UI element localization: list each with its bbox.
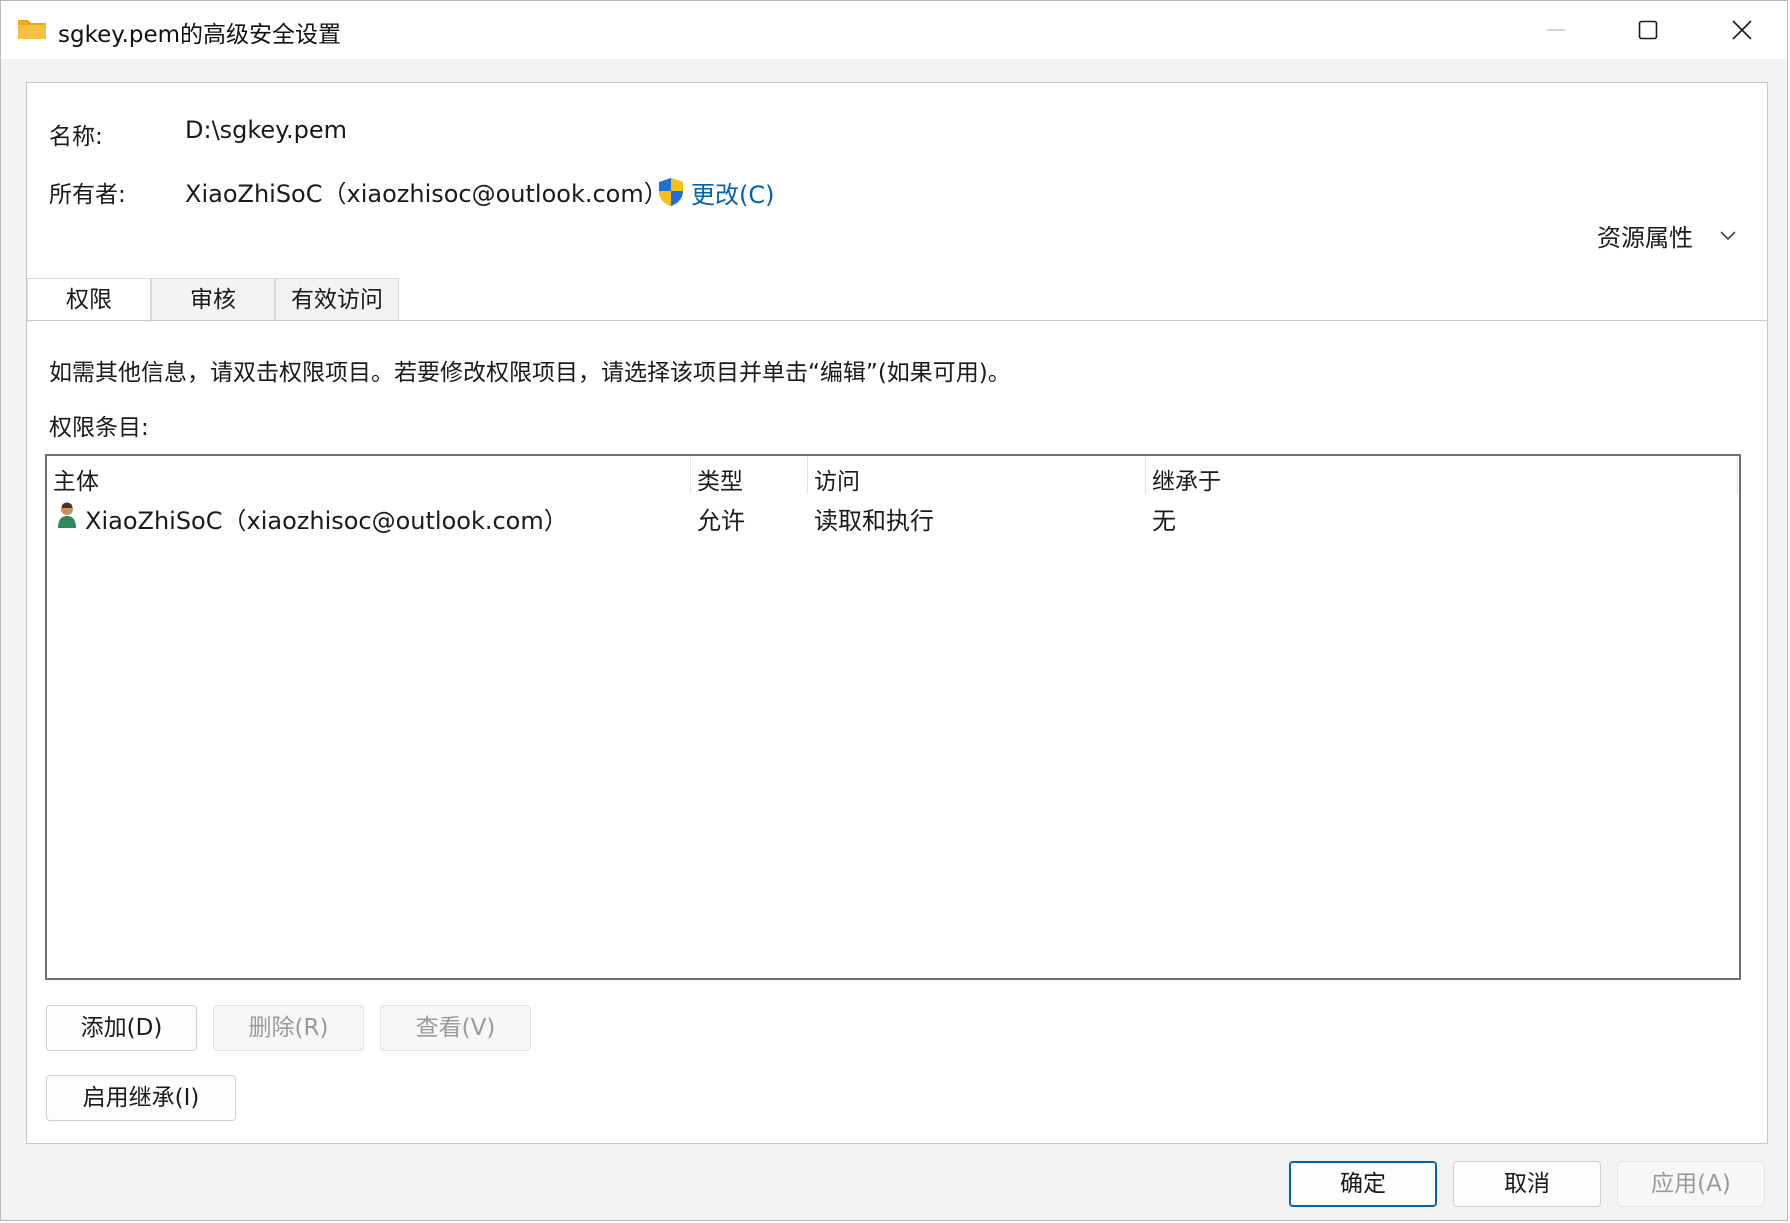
column-type[interactable]: 类型: [697, 462, 743, 496]
title-bar[interactable]: sgkey.pem的高级安全设置: [1, 1, 1787, 59]
owner-value: XiaoZhiSoC（xiaozhisoc@outlook.com）: [185, 180, 668, 208]
user-icon: [58, 502, 76, 528]
resource-properties-label: 资源属性: [1597, 224, 1693, 252]
window-title: sgkey.pem的高级安全设置: [58, 22, 342, 48]
uac-shield-icon: [659, 178, 683, 206]
settings-panel: 名称: D:\sgkey.pem 所有者: XiaoZhiSoC（xiaozhi…: [26, 82, 1768, 1144]
resource-properties-toggle[interactable]: 资源属性: [1597, 218, 1737, 253]
minimize-button[interactable]: [1511, 1, 1601, 59]
cell-access: 读取和执行: [814, 507, 934, 535]
chevron-down-icon: [1720, 230, 1736, 240]
security-dialog-window: sgkey.pem的高级安全设置 名称: D:\sgkey.pem 所有者: X…: [0, 0, 1788, 1221]
ok-button[interactable]: 确定: [1289, 1161, 1437, 1207]
permission-entries-list[interactable]: 主体 类型 访问 继承于 XiaoZhiSoC（xiaozhisoc@outlo…: [45, 454, 1741, 980]
column-divider[interactable]: [1145, 456, 1146, 494]
owner-label: 所有者:: [49, 182, 126, 208]
tab-permissions[interactable]: 权限: [27, 278, 151, 322]
add-button[interactable]: 添加(D): [46, 1005, 197, 1051]
maximize-button[interactable]: [1603, 1, 1693, 59]
column-divider[interactable]: [690, 456, 691, 494]
close-icon: [1732, 20, 1752, 40]
column-access[interactable]: 访问: [814, 462, 860, 496]
column-divider[interactable]: [807, 456, 808, 494]
name-label: 名称:: [49, 124, 103, 150]
name-value: D:\sgkey.pem: [185, 116, 347, 144]
column-divider[interactable]: [1737, 456, 1738, 494]
close-button[interactable]: [1697, 1, 1787, 59]
apply-button[interactable]: 应用(A): [1617, 1161, 1765, 1207]
change-owner-label: 更改(C): [691, 180, 775, 209]
info-text: 如需其他信息，请双击权限项目。若要修改权限项目，请选择该项目并单击“编辑”(如果…: [49, 360, 1011, 386]
cell-principal: XiaoZhiSoC（xiaozhisoc@outlook.com）: [85, 507, 568, 535]
change-owner-link[interactable]: 更改(C): [657, 176, 775, 209]
permission-entries-label: 权限条目:: [49, 415, 149, 441]
minimize-icon: [1547, 29, 1565, 31]
cell-inherited-from: 无: [1152, 507, 1176, 535]
view-button[interactable]: 查看(V): [380, 1005, 531, 1051]
list-header: 主体 类型 访问 继承于: [47, 456, 1739, 496]
tab-auditing[interactable]: 审核: [151, 278, 275, 320]
table-row[interactable]: XiaoZhiSoC（xiaozhisoc@outlook.com） 允许 读取…: [47, 496, 1739, 535]
cancel-button[interactable]: 取消: [1453, 1161, 1601, 1207]
tab-effective-access[interactable]: 有效访问: [275, 278, 399, 320]
enable-inheritance-button[interactable]: 启用继承(I): [46, 1075, 236, 1121]
tab-divider: [27, 320, 1767, 321]
column-inherited-from[interactable]: 继承于: [1152, 462, 1221, 496]
cell-type: 允许: [697, 507, 745, 535]
folder-icon: [18, 20, 46, 39]
column-principal[interactable]: 主体: [53, 462, 99, 496]
remove-button[interactable]: 删除(R): [213, 1005, 364, 1051]
maximize-icon: [1638, 20, 1658, 40]
